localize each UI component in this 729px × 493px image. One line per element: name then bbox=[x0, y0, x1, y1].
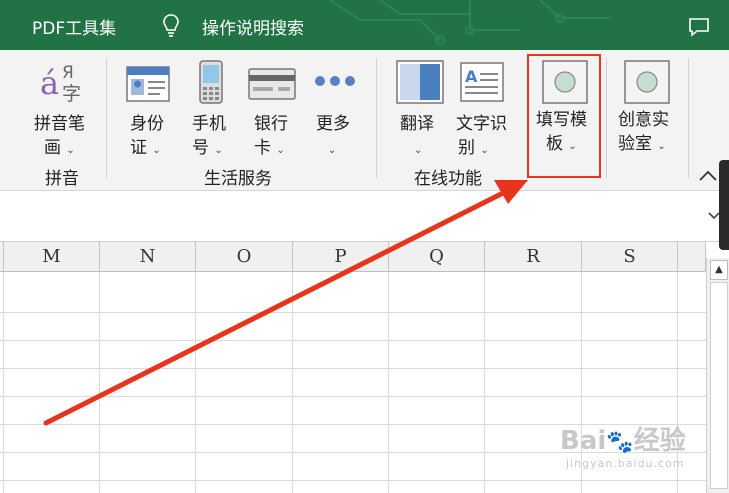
watermark-brand-suffix: 经验 bbox=[633, 426, 686, 456]
translate-icon bbox=[396, 60, 444, 104]
column-header-m[interactable]: M bbox=[4, 242, 100, 272]
svg-text:Я: Я bbox=[62, 63, 74, 83]
id-card-icon bbox=[126, 66, 170, 102]
annotation-highlight-box bbox=[527, 54, 601, 178]
grid-line bbox=[195, 272, 196, 493]
side-panel-handle[interactable] bbox=[719, 160, 729, 250]
ribbon: á Я 字 拼音笔 画 ⌄ 拼音 身份 证 ⌄ 手机 号 ⌄ 银行 卡 ⌄ 更多… bbox=[0, 50, 729, 190]
svg-text:A: A bbox=[465, 67, 478, 86]
creative-lab-button[interactable]: 创意实 验室 ⌄ bbox=[614, 56, 680, 160]
column-header-q[interactable]: Q bbox=[389, 242, 485, 272]
chevron-down-icon: ⌄ bbox=[276, 145, 285, 156]
grid-line bbox=[3, 272, 4, 493]
pinyin-stroke-label-2: 画 bbox=[44, 138, 61, 158]
lightbulb-icon[interactable] bbox=[162, 13, 180, 37]
grid-line bbox=[99, 272, 100, 493]
ocr-label: 文字识 bbox=[456, 114, 507, 134]
translate-label: 翻译 bbox=[400, 114, 434, 134]
more-dots-icon bbox=[315, 76, 355, 86]
chevron-down-icon: ⌄ bbox=[152, 145, 161, 156]
grid-line bbox=[388, 272, 389, 493]
bank-card-button[interactable]: 银行 卡 ⌄ bbox=[246, 56, 300, 160]
more-label: 更多 bbox=[316, 114, 350, 134]
pinyin-icon: á Я 字 bbox=[40, 63, 81, 104]
group-divider bbox=[376, 58, 377, 178]
grid-line bbox=[292, 272, 293, 493]
grid-line bbox=[0, 312, 706, 313]
grid-line bbox=[0, 396, 706, 397]
creative-lab-label: 创意实 bbox=[618, 110, 669, 130]
scroll-up-icon[interactable]: ▲ bbox=[710, 260, 728, 280]
vertical-scrollbar[interactable]: ▲ bbox=[706, 258, 729, 493]
group-label-life-services: 生活服务 bbox=[204, 169, 272, 189]
column-header-s[interactable]: S bbox=[582, 242, 678, 272]
creative-lab-icon bbox=[624, 60, 670, 104]
chevron-down-icon: ⌄ bbox=[66, 145, 75, 156]
paw-icon: 🐾 bbox=[606, 430, 634, 455]
collapse-ribbon-icon[interactable] bbox=[698, 168, 718, 182]
column-header-p[interactable]: P bbox=[293, 242, 389, 272]
ocr-icon: A bbox=[460, 62, 504, 102]
baidu-jingyan-watermark: Bai🐾经验 jingyan.baidu.com bbox=[560, 420, 686, 470]
more-button[interactable]: 更多 ⌄ bbox=[310, 56, 360, 160]
phone-number-label: 手机 bbox=[192, 114, 226, 134]
tell-me-search[interactable]: 操作说明搜索 bbox=[202, 14, 304, 39]
column-header-n[interactable]: N bbox=[100, 242, 196, 272]
grid-line bbox=[0, 340, 706, 341]
group-divider bbox=[688, 58, 689, 178]
pinyin-stroke-label: 拼音笔 bbox=[34, 114, 85, 134]
grid-line bbox=[0, 480, 706, 481]
chevron-down-icon: ⌄ bbox=[480, 145, 489, 156]
phone-number-button[interactable]: 手机 号 ⌄ bbox=[186, 56, 236, 160]
group-divider bbox=[606, 58, 607, 178]
id-card-button[interactable]: 身份 证 ⌄ bbox=[122, 56, 174, 160]
chevron-down-icon: ⌄ bbox=[657, 141, 666, 152]
ocr-label-2: 别 bbox=[458, 138, 475, 158]
bank-card-label-2: 卡 bbox=[254, 138, 271, 158]
tab-pdf-tools[interactable]: PDF工具集 bbox=[32, 14, 116, 39]
chevron-down-icon: ⌄ bbox=[414, 145, 423, 156]
column-header-r[interactable]: R bbox=[485, 242, 582, 272]
grid-line bbox=[0, 368, 706, 369]
ocr-button[interactable]: A 文字识 别 ⌄ bbox=[454, 56, 514, 160]
grid-line bbox=[484, 272, 485, 493]
bank-card-label: 银行 bbox=[254, 114, 288, 134]
svg-text:字: 字 bbox=[62, 83, 81, 104]
id-card-label-2: 证 bbox=[130, 138, 147, 158]
pinyin-stroke-button[interactable]: á Я 字 拼音笔 画 ⌄ bbox=[30, 56, 94, 160]
title-bar: PDF工具集 操作说明搜索 bbox=[0, 0, 729, 50]
group-divider bbox=[106, 58, 107, 178]
phone-icon bbox=[199, 60, 223, 104]
watermark-url: jingyan.baidu.com bbox=[566, 457, 685, 470]
bank-card-icon bbox=[248, 68, 296, 100]
scrollbar-thumb[interactable] bbox=[710, 282, 728, 489]
formula-bar[interactable] bbox=[0, 191, 729, 242]
svg-text:á: á bbox=[40, 64, 59, 102]
chevron-down-icon: ⌄ bbox=[214, 145, 223, 156]
id-card-label: 身份 bbox=[130, 114, 164, 134]
comment-icon[interactable] bbox=[688, 17, 710, 37]
group-label-pinyin: 拼音 bbox=[45, 169, 79, 189]
chevron-down-icon: ⌄ bbox=[328, 145, 337, 156]
group-label-online-functions: 在线功能 bbox=[414, 169, 482, 189]
column-header-o[interactable]: O bbox=[196, 242, 293, 272]
watermark-brand: Bai bbox=[560, 426, 607, 456]
translate-button[interactable]: 翻译 ⌄ bbox=[394, 56, 444, 160]
phone-number-label-2: 号 bbox=[192, 138, 209, 158]
creative-lab-label-2: 验室 bbox=[618, 134, 652, 154]
column-header-partial[interactable] bbox=[678, 242, 706, 272]
